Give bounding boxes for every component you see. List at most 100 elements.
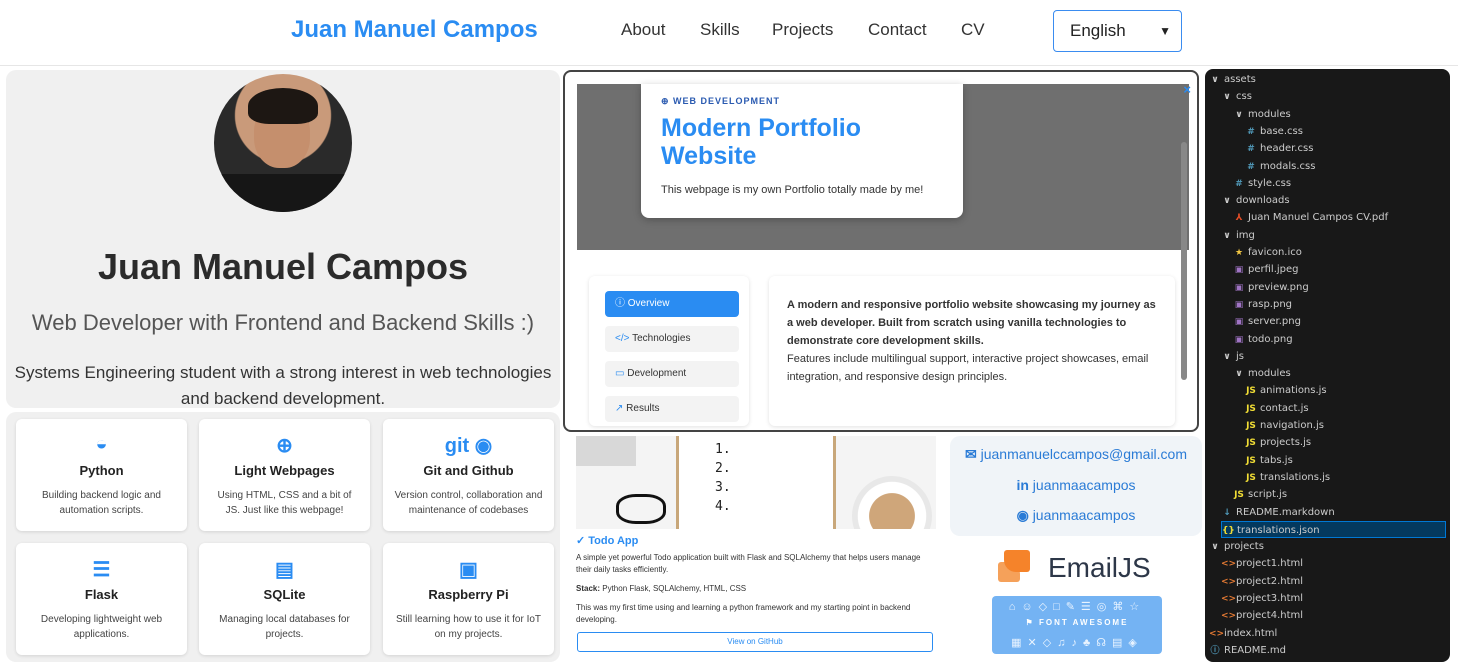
contact-github-link[interactable]: ◉ juanmaacampos (950, 507, 1202, 524)
tab-overview[interactable]: ⓘ Overview (605, 291, 739, 317)
chevron-down-icon: ▼ (1159, 24, 1171, 38)
skill-card-webpages: ⊕ Light Webpages Using HTML, CSS and a b… (199, 419, 370, 531)
explorer-item-label: script.js (1248, 489, 1288, 501)
file-explorer: ∨ assets ∨ css ∨ modules # base.css # header.css #… (1205, 69, 1450, 662)
modal-kicker: ⊕ WEB DEVELOPMENT (661, 96, 781, 106)
css-file-icon: # (1247, 161, 1255, 172)
html-file-icon: <> (1221, 576, 1237, 587)
img-file-icon: ▣ (1234, 317, 1244, 328)
explorer-file[interactable]: <>project4.html (1221, 607, 1446, 624)
explorer-item-label: base.css (1260, 125, 1303, 137)
explorer-item-label: css (1236, 91, 1252, 103)
explorer-item-label: server.png (1248, 316, 1301, 328)
js-file-icon: JS (1246, 455, 1256, 466)
tab-technologies[interactable]: </> Technologies (605, 326, 739, 352)
nav-about[interactable]: About (621, 20, 665, 40)
tab-results[interactable]: ↗ Results (605, 396, 739, 422)
close-icon[interactable]: × (1183, 82, 1191, 97)
about-section: Juan Manuel Campos Web Developer with Fr… (6, 70, 560, 408)
explorer-item-label: contact.js (1260, 402, 1309, 414)
language-select[interactable]: English ▼ (1053, 10, 1182, 52)
tab-development[interactable]: ▭ Development (605, 361, 739, 387)
project-modal: ⊕ WEB DEVELOPMENT Modern Portfolio Websi… (563, 70, 1199, 432)
python-icon: ◒ (95, 433, 108, 455)
explorer-folder[interactable]: ∨ img (1221, 227, 1446, 244)
html-file-icon: <> (1221, 611, 1237, 622)
explorer-folder[interactable]: ∨ css (1221, 88, 1446, 105)
explorer-file[interactable]: <>project3.html (1221, 590, 1446, 607)
explorer-folder[interactable]: ∨ assets (1209, 71, 1446, 88)
nav-contact[interactable]: Contact (868, 20, 927, 40)
html-file-icon: <> (1209, 628, 1225, 639)
brand-logo[interactable]: Juan Manuel Campos (291, 16, 538, 44)
star-file-icon: ★ (1234, 248, 1244, 258)
explorer-item-label: modules (1248, 368, 1291, 380)
chevron-down-icon: ∨ (1223, 196, 1231, 207)
explorer-folder[interactable]: ∨ modules (1233, 106, 1446, 123)
explorer-item-label: project2.html (1236, 575, 1304, 587)
explorer-file[interactable]: # header.css (1245, 140, 1446, 157)
explorer-item-label: favicon.ico (1248, 247, 1302, 258)
explorer-file[interactable]: # style.css (1233, 175, 1446, 192)
contact-linkedin-link[interactable]: in juanmaacampos (950, 477, 1202, 493)
explorer-item-label: preview.png (1248, 281, 1309, 293)
modal-scrollbar[interactable] (1181, 142, 1187, 380)
explorer-file[interactable]: ⓘ README.md (1209, 642, 1446, 659)
explorer-file[interactable]: JS contact.js (1245, 400, 1446, 417)
chevron-down-icon: ∨ (1235, 109, 1243, 120)
explorer-file[interactable]: JS projects.js (1245, 434, 1446, 451)
explorer-file[interactable]: ▣ server.png (1233, 313, 1446, 330)
explorer-file[interactable]: JS script.js (1233, 486, 1446, 503)
explorer-item-label: navigation.js (1260, 420, 1324, 431)
explorer-file[interactable]: ▣ perfil.jpeg (1233, 261, 1446, 278)
todo-stack: Stack: Python Flask, SQLAlchemy, HTML, C… (576, 584, 747, 593)
explorer-file[interactable]: # base.css (1245, 123, 1446, 140)
img-file-icon: ▣ (1234, 334, 1244, 345)
explorer-folder[interactable]: ∨ downloads (1221, 192, 1446, 209)
chevron-down-icon: ∨ (1223, 92, 1231, 103)
explorer-file[interactable]: ▣ preview.png (1233, 279, 1446, 296)
explorer-file[interactable]: <>project2.html (1221, 573, 1446, 590)
explorer-file[interactable]: ▣ rasp.png (1233, 296, 1446, 313)
hero-name: Juan Manuel Campos (97, 246, 469, 287)
explorer-file[interactable]: JS tabs.js (1245, 452, 1446, 469)
emailjs-icon (998, 550, 1032, 584)
nav-cv[interactable]: CV (961, 20, 985, 40)
contact-email-link[interactable]: ✉ juanmanuelccampos@gmail.com (950, 446, 1202, 463)
nav-projects[interactable]: Projects (772, 20, 833, 40)
explorer-item-label: project1.html (1236, 558, 1304, 570)
explorer-file[interactable]: ▣ todo.png (1233, 331, 1446, 348)
explorer-file[interactable]: <>index.html (1209, 625, 1446, 642)
explorer-file[interactable]: ↓ README.markdown (1221, 504, 1446, 521)
database-icon: ▤ (275, 559, 294, 581)
explorer-file[interactable]: {} translations.json (1221, 520, 1446, 538)
js-file-icon: JS (1246, 438, 1256, 449)
explorer-item-label: projects (1224, 541, 1264, 553)
nav-skills[interactable]: Skills (700, 20, 740, 40)
skill-card-raspberry: ▣ Raspberry Pi Still learning how to use… (383, 543, 554, 655)
explorer-folder[interactable]: ∨ modules (1233, 365, 1446, 382)
explorer-file[interactable]: # modals.css (1245, 158, 1446, 175)
view-on-github-button[interactable]: View on GitHub (577, 632, 933, 652)
js-file-icon: JS (1246, 403, 1256, 414)
explorer-item-label: README.markdown (1236, 506, 1335, 518)
explorer-folder[interactable]: ∨ js (1221, 348, 1446, 365)
explorer-file[interactable]: ★ favicon.ico (1233, 244, 1446, 261)
todo-note: This was my first time using and learnin… (576, 603, 911, 624)
explorer-file[interactable]: JS translations.js (1245, 469, 1446, 486)
explorer-file[interactable]: ⅄ Juan Manuel Campos CV.pdf (1233, 209, 1446, 226)
img-file-icon: ▣ (1234, 265, 1244, 276)
explorer-item-label: todo.png (1248, 333, 1293, 345)
explorer-file[interactable]: <>project1.html (1221, 555, 1446, 572)
emailjs-logo: EmailJS (998, 548, 1151, 588)
css-file-icon: # (1247, 126, 1255, 137)
explorer-file[interactable]: JS navigation.js (1245, 417, 1446, 434)
explorer-folder[interactable]: ∨ projects (1209, 538, 1446, 555)
explorer-item-label: translations.json (1237, 524, 1320, 536)
code-icon: </> (615, 333, 630, 344)
modal-tabs: ⓘ Overview </> Technologies ▭ Developmen… (589, 276, 749, 426)
git-github-icon: git ◉ (444, 435, 493, 457)
laptop-icon: ▭ (615, 368, 625, 379)
server-icon: ☰ (92, 559, 111, 581)
explorer-file[interactable]: JS animations.js (1245, 382, 1446, 399)
